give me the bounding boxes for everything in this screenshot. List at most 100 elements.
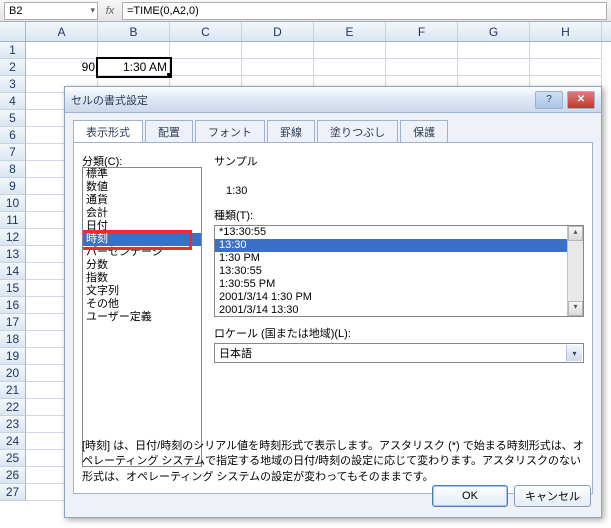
cell[interactable] bbox=[458, 59, 530, 76]
category-item[interactable]: 数値 bbox=[83, 181, 201, 194]
category-item[interactable]: ユーザー定義 bbox=[83, 311, 201, 324]
number-format-panel: 分類(C): 標準数値通貨会計日付時刻パーセンテージ分数指数文字列その他ユーザー… bbox=[73, 142, 593, 494]
fx-icon[interactable]: fx bbox=[102, 5, 118, 17]
column-header[interactable]: D bbox=[242, 22, 314, 41]
locale-dropdown[interactable]: 日本語 ▾ bbox=[214, 343, 584, 363]
type-item[interactable]: 1:30 PM bbox=[215, 252, 583, 265]
row-header[interactable]: 1 bbox=[0, 42, 26, 59]
sample-label: サンプル bbox=[214, 153, 584, 169]
scroll-down-icon[interactable]: ▾ bbox=[568, 301, 583, 316]
chevron-down-icon[interactable]: ▾ bbox=[566, 345, 582, 361]
row-header[interactable]: 22 bbox=[0, 399, 26, 416]
row-header[interactable]: 7 bbox=[0, 144, 26, 161]
tab-表示形式[interactable]: 表示形式 bbox=[73, 120, 143, 143]
tab-フォント[interactable]: フォント bbox=[195, 120, 265, 143]
cell[interactable] bbox=[314, 59, 386, 76]
row-header[interactable]: 12 bbox=[0, 229, 26, 246]
row-header[interactable]: 16 bbox=[0, 297, 26, 314]
cell[interactable] bbox=[170, 42, 242, 59]
column-header[interactable]: C bbox=[170, 22, 242, 41]
category-item[interactable]: パーセンテージ bbox=[83, 246, 201, 259]
row-header[interactable]: 17 bbox=[0, 314, 26, 331]
row-header[interactable]: 3 bbox=[0, 76, 26, 93]
type-item[interactable]: 2001/3/14 1:30 PM bbox=[215, 291, 583, 304]
category-item[interactable]: 通貨 bbox=[83, 194, 201, 207]
type-item[interactable]: 13:30 bbox=[215, 239, 583, 252]
row-header[interactable]: 10 bbox=[0, 195, 26, 212]
row-header[interactable]: 5 bbox=[0, 110, 26, 127]
cell[interactable] bbox=[530, 59, 602, 76]
chevron-down-icon[interactable]: ▾ bbox=[90, 5, 95, 16]
cell[interactable] bbox=[170, 59, 242, 76]
type-scrollbar[interactable]: ▴ ▾ bbox=[567, 226, 583, 316]
name-box[interactable]: B2 ▾ bbox=[4, 2, 98, 20]
row-header[interactable]: 19 bbox=[0, 348, 26, 365]
category-list[interactable]: 標準数値通貨会計日付時刻パーセンテージ分数指数文字列その他ユーザー定義 bbox=[82, 167, 202, 467]
close-button[interactable]: ✕ bbox=[567, 91, 595, 109]
row-header[interactable]: 2 bbox=[0, 59, 26, 76]
column-header[interactable]: H bbox=[530, 22, 602, 41]
locale-value: 日本語 bbox=[219, 345, 252, 361]
scroll-up-icon[interactable]: ▴ bbox=[568, 226, 583, 241]
category-item[interactable]: 会計 bbox=[83, 207, 201, 220]
select-all-corner[interactable] bbox=[0, 22, 26, 41]
category-item[interactable]: 標準 bbox=[83, 168, 201, 181]
column-header[interactable]: G bbox=[458, 22, 530, 41]
fill-handle[interactable] bbox=[167, 73, 172, 78]
category-item[interactable]: 指数 bbox=[83, 272, 201, 285]
row-header[interactable]: 11 bbox=[0, 212, 26, 229]
row-header[interactable]: 6 bbox=[0, 127, 26, 144]
column-header[interactable]: F bbox=[386, 22, 458, 41]
row-header[interactable]: 23 bbox=[0, 416, 26, 433]
row-header[interactable]: 9 bbox=[0, 178, 26, 195]
cell[interactable] bbox=[242, 42, 314, 59]
row-header[interactable]: 24 bbox=[0, 433, 26, 450]
row-header[interactable]: 25 bbox=[0, 450, 26, 467]
cell[interactable] bbox=[314, 42, 386, 59]
dialog-titlebar[interactable]: セルの書式設定 ? ✕ bbox=[65, 87, 601, 113]
category-item[interactable]: 分数 bbox=[83, 259, 201, 272]
cell[interactable] bbox=[386, 42, 458, 59]
formula-input[interactable]: =TIME(0,A2,0) bbox=[122, 2, 607, 20]
ok-button[interactable]: OK bbox=[432, 485, 508, 507]
row-header[interactable]: 15 bbox=[0, 280, 26, 297]
cell[interactable]: 1:30 AM bbox=[98, 59, 170, 76]
cell[interactable] bbox=[386, 59, 458, 76]
row-header[interactable]: 4 bbox=[0, 93, 26, 110]
row-header[interactable]: 20 bbox=[0, 365, 26, 382]
row-header[interactable]: 13 bbox=[0, 246, 26, 263]
row-header[interactable]: 18 bbox=[0, 331, 26, 348]
type-item[interactable]: *13:30:55 bbox=[215, 226, 583, 239]
cell[interactable] bbox=[98, 42, 170, 59]
tab-配置[interactable]: 配置 bbox=[145, 120, 193, 143]
cell[interactable] bbox=[530, 42, 602, 59]
column-header[interactable]: E bbox=[314, 22, 386, 41]
column-header[interactable]: B bbox=[98, 22, 170, 41]
row-header[interactable]: 14 bbox=[0, 263, 26, 280]
cell[interactable] bbox=[242, 59, 314, 76]
type-list[interactable]: *13:30:5513:301:30 PM13:30:551:30:55 PM2… bbox=[214, 225, 584, 317]
type-item[interactable]: 1:30:55 PM bbox=[215, 278, 583, 291]
cancel-button[interactable]: キャンセル bbox=[514, 485, 591, 507]
row-header[interactable]: 21 bbox=[0, 382, 26, 399]
row-header[interactable]: 27 bbox=[0, 484, 26, 501]
cell[interactable] bbox=[26, 42, 98, 59]
tab-罫線[interactable]: 罫線 bbox=[267, 120, 315, 143]
sample-box: 1:30 bbox=[222, 183, 584, 199]
dialog-title: セルの書式設定 bbox=[71, 92, 531, 108]
category-item[interactable]: 時刻 bbox=[83, 233, 201, 246]
cell[interactable]: 90 bbox=[26, 59, 98, 76]
row-header[interactable]: 26 bbox=[0, 467, 26, 484]
tab-塗りつぶし[interactable]: 塗りつぶし bbox=[317, 120, 398, 143]
column-header[interactable]: A bbox=[26, 22, 98, 41]
row-header[interactable]: 8 bbox=[0, 161, 26, 178]
cell[interactable] bbox=[458, 42, 530, 59]
category-item[interactable]: その他 bbox=[83, 298, 201, 311]
category-item[interactable]: 文字列 bbox=[83, 285, 201, 298]
tab-保護[interactable]: 保護 bbox=[400, 120, 448, 143]
row-headers: 1234567891011121314151617181920212223242… bbox=[0, 42, 26, 501]
category-item[interactable]: 日付 bbox=[83, 220, 201, 233]
help-button[interactable]: ? bbox=[535, 91, 563, 109]
type-item[interactable]: 2001/3/14 13:30 bbox=[215, 304, 583, 317]
type-item[interactable]: 13:30:55 bbox=[215, 265, 583, 278]
